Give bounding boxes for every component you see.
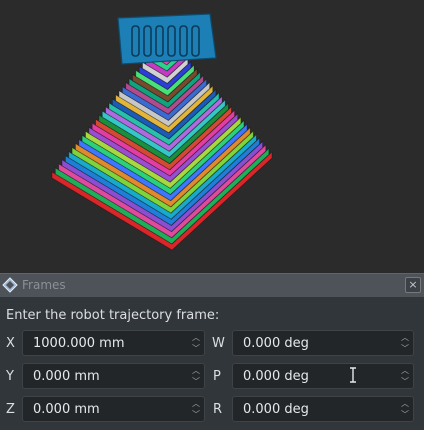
p-spinbox[interactable]: 0.000 deg ︿ ﹀ <box>232 363 414 389</box>
z-increment-button[interactable]: ︿ <box>190 398 202 409</box>
chevron-up-icon: ︿ <box>192 399 200 408</box>
3d-viewport[interactable] <box>0 0 424 273</box>
chevron-down-icon: ﹀ <box>401 410 409 419</box>
w-increment-button[interactable]: ︿ <box>399 332 411 343</box>
chevron-down-icon: ﹀ <box>192 377 200 386</box>
chevron-up-icon: ︿ <box>401 366 409 375</box>
chevron-down-icon: ﹀ <box>401 344 409 353</box>
x-increment-button[interactable]: ︿ <box>190 332 202 343</box>
p-label: P <box>213 369 221 384</box>
z-label: Z <box>6 402 15 417</box>
app-logo-icon <box>2 277 18 293</box>
panel-title: Frames <box>22 278 66 292</box>
z-spinbox[interactable]: 0.000 mm ︿ ﹀ <box>22 396 205 422</box>
frames-panel: Frames × Enter the robot trajectory fram… <box>0 273 424 430</box>
w-label: W <box>212 336 225 351</box>
chevron-down-icon: ﹀ <box>401 377 409 386</box>
text-cursor-icon <box>349 367 357 383</box>
x-value[interactable]: 1000.000 mm <box>33 336 125 351</box>
y-spinbox[interactable]: 0.000 mm ︿ ﹀ <box>22 363 205 389</box>
z-decrement-button[interactable]: ﹀ <box>190 409 202 420</box>
y-increment-button[interactable]: ︿ <box>190 365 202 376</box>
y-label: Y <box>6 369 14 384</box>
x-decrement-button[interactable]: ﹀ <box>190 343 202 354</box>
y-value[interactable]: 0.000 mm <box>33 369 100 384</box>
chevron-down-icon: ﹀ <box>192 410 200 419</box>
chevron-up-icon: ︿ <box>192 366 200 375</box>
r-decrement-button[interactable]: ﹀ <box>399 409 411 420</box>
close-icon: × <box>408 278 418 291</box>
r-spinbox[interactable]: 0.000 deg ︿ ﹀ <box>232 396 414 422</box>
frame-prompt: Enter the robot trajectory frame: <box>6 308 220 323</box>
w-decrement-button[interactable]: ﹀ <box>399 343 411 354</box>
chevron-up-icon: ︿ <box>401 333 409 342</box>
p-increment-button[interactable]: ︿ <box>399 365 411 376</box>
r-increment-button[interactable]: ︿ <box>399 398 411 409</box>
z-value[interactable]: 0.000 mm <box>33 402 100 417</box>
p-decrement-button[interactable]: ﹀ <box>399 376 411 387</box>
panel-titlebar[interactable]: Frames × <box>0 273 424 297</box>
w-value[interactable]: 0.000 deg <box>243 336 309 351</box>
y-decrement-button[interactable]: ﹀ <box>190 376 202 387</box>
robot-trajectory-scene[interactable] <box>0 0 424 273</box>
w-spinbox[interactable]: 0.000 deg ︿ ﹀ <box>232 330 414 356</box>
close-button[interactable]: × <box>405 277 421 293</box>
x-label: X <box>6 336 15 351</box>
chevron-down-icon: ﹀ <box>192 344 200 353</box>
r-value[interactable]: 0.000 deg <box>243 402 309 417</box>
top-block <box>117 13 217 65</box>
r-label: R <box>213 402 223 417</box>
p-value[interactable]: 0.000 deg <box>243 369 309 384</box>
chevron-up-icon: ︿ <box>192 333 200 342</box>
x-spinbox[interactable]: 1000.000 mm ︿ ﹀ <box>22 330 205 356</box>
chevron-up-icon: ︿ <box>401 399 409 408</box>
